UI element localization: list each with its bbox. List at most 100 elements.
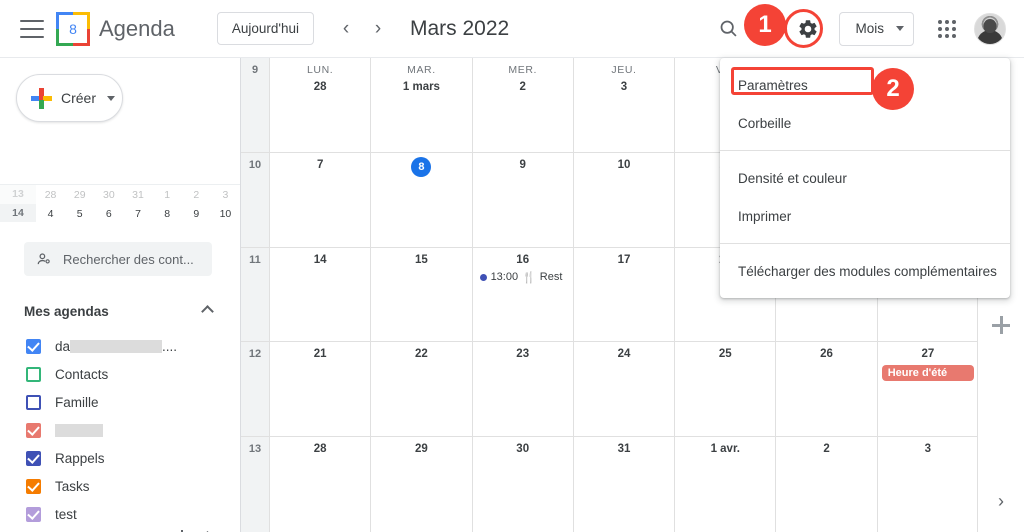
- mini-day[interactable]: 3: [211, 189, 240, 201]
- mini-day[interactable]: 4: [36, 208, 65, 220]
- calendar-checkbox[interactable]: [26, 506, 41, 522]
- day-number[interactable]: 16: [473, 252, 573, 269]
- calendar-day-cell[interactable]: 24: [572, 342, 674, 437]
- day-number[interactable]: 15: [371, 252, 471, 269]
- day-number[interactable]: 7: [270, 157, 370, 174]
- today-indicator[interactable]: 8: [411, 156, 432, 177]
- calendar-list-item[interactable]: da....: [0, 332, 240, 360]
- day-number[interactable]: 10: [574, 157, 674, 174]
- search-icon[interactable]: [709, 10, 747, 48]
- calendar-day-cell[interactable]: 10: [572, 152, 674, 247]
- calendar-checkbox[interactable]: [26, 394, 41, 410]
- google-apps-button[interactable]: [928, 10, 966, 48]
- other-calendars-header[interactable]: Autres agendas: [24, 524, 216, 532]
- create-button[interactable]: Créer: [16, 74, 123, 122]
- calendar-day-cell[interactable]: 30: [471, 437, 573, 532]
- day-number[interactable]: 30: [473, 441, 573, 458]
- calendar-day-cell[interactable]: 15: [370, 247, 471, 342]
- mini-calendar[interactable]: 13 28 29 30 31 1 2 3 14 4 5 6 7 8 9 10: [0, 184, 240, 222]
- day-number[interactable]: 22: [371, 346, 471, 363]
- day-number[interactable]: 28: [270, 441, 370, 458]
- mini-day[interactable]: 30: [94, 189, 123, 201]
- mini-day[interactable]: 31: [123, 189, 152, 201]
- calendar-checkbox[interactable]: [26, 366, 41, 382]
- avatar[interactable]: [974, 12, 1006, 45]
- calendar-checkbox[interactable]: [26, 478, 41, 494]
- calendar-day-cell[interactable]: 7: [269, 152, 370, 247]
- mini-day[interactable]: 10: [211, 208, 240, 220]
- mini-day[interactable]: 8: [153, 208, 182, 220]
- calendar-day-cell[interactable]: 2: [775, 437, 876, 532]
- day-number[interactable]: 1 avr.: [675, 441, 775, 458]
- calendar-day-cell[interactable]: 27 Heure d'été: [876, 342, 978, 437]
- calendar-list-item[interactable]: Tasks: [0, 472, 240, 500]
- calendar-list-item[interactable]: Contacts: [0, 360, 240, 388]
- calendar-day-cell[interactable]: 23: [471, 342, 573, 437]
- timed-event[interactable]: 13:00 🍴 Rest: [473, 269, 573, 284]
- calendar-day-cell[interactable]: 22: [370, 342, 471, 437]
- menu-item-densite-et-couleur[interactable]: Densité et couleur: [720, 159, 1010, 197]
- google-calendar-logo-icon[interactable]: 8: [56, 11, 90, 46]
- menu-item-imprimer[interactable]: Imprimer: [720, 197, 1010, 235]
- mini-day[interactable]: 6: [94, 208, 123, 220]
- mini-calendar-row[interactable]: 14 4 5 6 7 8 9 10: [0, 204, 240, 222]
- calendar-list-item[interactable]: [0, 416, 240, 444]
- day-number[interactable]: 21: [270, 346, 370, 363]
- calendar-day-cell[interactable]: JEU. 3: [572, 58, 674, 152]
- all-day-event-chip[interactable]: Heure d'été: [881, 365, 974, 382]
- day-number[interactable]: 31: [574, 441, 674, 458]
- calendar-checkbox[interactable]: [26, 450, 41, 466]
- day-number[interactable]: 3: [878, 441, 978, 458]
- day-number[interactable]: 24: [574, 346, 674, 363]
- chevron-right-icon[interactable]: ›: [998, 492, 1004, 510]
- next-period-icon[interactable]: ›: [362, 13, 394, 45]
- calendar-day-cell[interactable]: 31: [572, 437, 674, 532]
- mini-day[interactable]: 2: [182, 189, 211, 201]
- mini-calendar-row[interactable]: 13 28 29 30 31 1 2 3: [0, 185, 240, 204]
- calendar-day-cell[interactable]: MER. 2: [471, 58, 573, 152]
- calendar-day-cell[interactable]: 21: [269, 342, 370, 437]
- mini-day[interactable]: 28: [36, 189, 65, 201]
- menu-item-corbeille[interactable]: Corbeille: [720, 104, 1010, 142]
- day-number[interactable]: 23: [473, 346, 573, 363]
- day-number[interactable]: 29: [371, 441, 471, 458]
- calendar-day-cell[interactable]: 28: [269, 437, 370, 532]
- day-number[interactable]: 25: [675, 346, 775, 363]
- calendar-day-cell[interactable]: 8: [370, 152, 471, 247]
- day-number[interactable]: 27: [878, 346, 978, 363]
- hamburger-menu-icon[interactable]: [20, 19, 44, 38]
- calendar-day-cell[interactable]: 17: [572, 247, 674, 342]
- calendar-checkbox[interactable]: [26, 422, 41, 438]
- day-number[interactable]: 2: [473, 79, 573, 96]
- day-number[interactable]: 9: [473, 157, 573, 174]
- calendar-day-cell[interactable]: MAR. 1 mars: [370, 58, 471, 152]
- menu-item-telecharger-des-modules-complementaires[interactable]: Télécharger des modules complémentaires: [720, 252, 1010, 290]
- search-contacts-input[interactable]: Rechercher des cont...: [24, 242, 212, 276]
- calendar-day-cell[interactable]: 9: [471, 152, 573, 247]
- day-number[interactable]: 14: [270, 252, 370, 269]
- mini-day[interactable]: 9: [182, 208, 211, 220]
- my-calendars-header[interactable]: Mes agendas: [24, 298, 216, 324]
- day-number[interactable]: 3: [574, 79, 674, 96]
- day-number[interactable]: 26: [776, 346, 876, 363]
- mini-day[interactable]: 1: [153, 189, 182, 201]
- view-selector[interactable]: Mois: [839, 11, 914, 46]
- calendar-day-cell[interactable]: 25: [674, 342, 775, 437]
- day-number[interactable]: 8: [371, 156, 471, 177]
- calendar-day-cell[interactable]: LUN. 28: [269, 58, 370, 152]
- calendar-list-item[interactable]: Famille: [0, 388, 240, 416]
- day-number[interactable]: 28: [270, 79, 370, 96]
- today-button[interactable]: Aujourd'hui: [216, 12, 314, 45]
- add-panel-plus-icon[interactable]: [992, 316, 1010, 334]
- mini-day[interactable]: 7: [123, 208, 152, 220]
- calendar-list-item[interactable]: Rappels: [0, 444, 240, 472]
- mini-day[interactable]: 5: [65, 208, 94, 220]
- calendar-day-cell[interactable]: 1 avr.: [674, 437, 775, 532]
- day-number[interactable]: 17: [574, 252, 674, 269]
- mini-day[interactable]: 29: [65, 189, 94, 201]
- day-number[interactable]: 1 mars: [371, 79, 471, 96]
- calendar-day-cell[interactable]: 29: [370, 437, 471, 532]
- calendar-day-cell[interactable]: 14: [269, 247, 370, 342]
- day-number[interactable]: 2: [776, 441, 876, 458]
- calendar-day-cell[interactable]: 26: [775, 342, 876, 437]
